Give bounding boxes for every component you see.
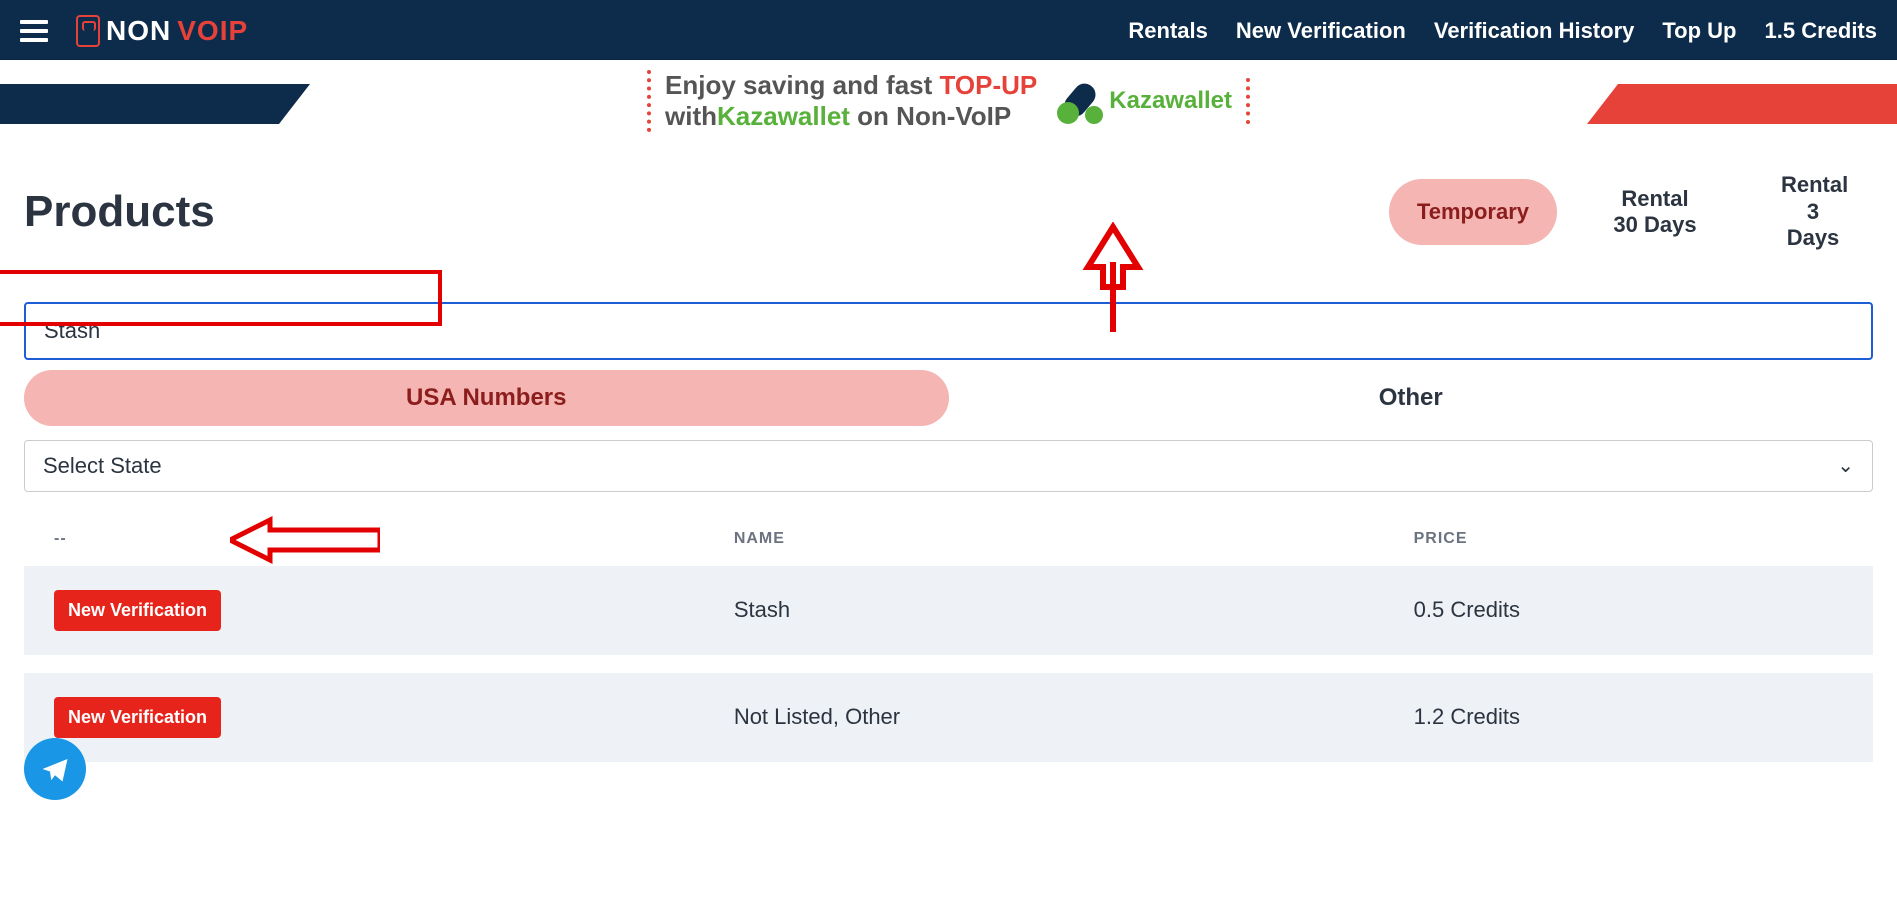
row-price: 1.2 Credits bbox=[1414, 704, 1843, 730]
state-select-label: Select State bbox=[43, 453, 162, 479]
nav-left: NON VOIP bbox=[20, 15, 248, 47]
numtab-usa[interactable]: USA Numbers bbox=[24, 370, 949, 426]
tab-rental-3-days[interactable]: Rental 3 Days bbox=[1753, 152, 1873, 271]
page-title: Products bbox=[24, 187, 215, 237]
kazawallet-icon bbox=[1057, 78, 1103, 124]
navbar: NON VOIP Rentals New Verification Verifi… bbox=[0, 0, 1897, 60]
nav-right: Rentals New Verification Verification Hi… bbox=[1128, 18, 1877, 44]
new-verification-button[interactable]: New Verification bbox=[54, 590, 221, 631]
th-price: PRICE bbox=[1414, 530, 1843, 548]
logo[interactable]: NON VOIP bbox=[76, 15, 248, 47]
chevron-down-icon: ⌄ bbox=[1837, 453, 1854, 478]
products-table: -- NAME PRICE New Verification Stash 0.5… bbox=[24, 512, 1873, 762]
nav-top-up[interactable]: Top Up bbox=[1662, 18, 1736, 44]
row-name: Not Listed, Other bbox=[734, 704, 1414, 730]
new-verification-button[interactable]: New Verification bbox=[54, 697, 221, 738]
kazawallet-logo[interactable]: Kazawallet bbox=[1057, 78, 1250, 124]
row-price: 0.5 Credits bbox=[1414, 597, 1843, 623]
table-header: -- NAME PRICE bbox=[24, 512, 1873, 566]
tab-rental-30-days[interactable]: Rental 30 Days bbox=[1585, 166, 1725, 259]
hamburger-icon[interactable] bbox=[20, 20, 48, 42]
promo-text: Enjoy saving and fast TOP-UP withKazawal… bbox=[647, 70, 1037, 132]
promo-line2a: with bbox=[665, 101, 717, 131]
state-select[interactable]: Select State ⌄ bbox=[24, 440, 1873, 492]
page-wrap: Products Temporary Rental 30 Days Rental… bbox=[0, 142, 1897, 899]
nav-credits[interactable]: 1.5 Credits bbox=[1765, 18, 1878, 44]
promo-line1a: Enjoy saving and fast bbox=[665, 70, 940, 100]
search-input[interactable] bbox=[24, 302, 1873, 360]
logo-text-non: NON bbox=[106, 15, 171, 47]
table-row: New Verification Stash 0.5 Credits bbox=[24, 566, 1873, 655]
promo-topup: TOP-UP bbox=[940, 70, 1038, 100]
nav-rentals[interactable]: Rentals bbox=[1128, 18, 1207, 44]
telegram-icon bbox=[40, 754, 70, 784]
telegram-button[interactable] bbox=[24, 738, 86, 800]
logo-text-voip: VOIP bbox=[177, 15, 248, 47]
table-row: New Verification Not Listed, Other 1.2 C… bbox=[24, 673, 1873, 762]
kazawallet-text: Kazawallet bbox=[1109, 87, 1232, 115]
th-name: NAME bbox=[734, 530, 1414, 548]
promo-kazawallet: Kazawallet bbox=[717, 101, 850, 131]
flag-right-decoration bbox=[1587, 84, 1897, 124]
nav-verification-history[interactable]: Verification History bbox=[1434, 18, 1635, 44]
promo-banner: Enjoy saving and fast TOP-UP withKazawal… bbox=[0, 60, 1897, 142]
number-type-tabs: USA Numbers Other bbox=[24, 370, 1873, 426]
flag-left-decoration bbox=[0, 84, 310, 124]
row-name: Stash bbox=[734, 597, 1414, 623]
phone-icon bbox=[76, 15, 100, 47]
promo-line2c: on Non-VoIP bbox=[850, 101, 1011, 131]
th-action: -- bbox=[54, 530, 734, 548]
product-tabs: Temporary Rental 30 Days Rental 3 Days bbox=[1389, 152, 1873, 271]
nav-new-verification[interactable]: New Verification bbox=[1236, 18, 1406, 44]
tab-temporary[interactable]: Temporary bbox=[1389, 179, 1557, 245]
numtab-other[interactable]: Other bbox=[949, 370, 1874, 426]
page-header: Products Temporary Rental 30 Days Rental… bbox=[24, 152, 1873, 271]
